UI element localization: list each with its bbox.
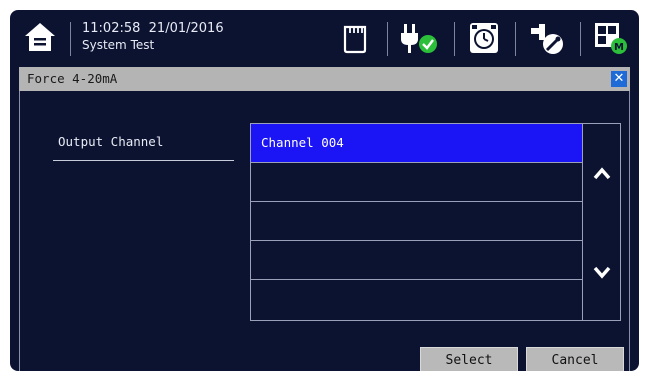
list-scrollbar: [582, 124, 621, 320]
list-item[interactable]: Channel 004: [251, 124, 582, 163]
list-item[interactable]: [251, 163, 582, 202]
list-item[interactable]: [251, 241, 582, 280]
output-channel-label: Output Channel: [58, 134, 164, 149]
dialog-body: Output Channel Channel 004 Select Cancel: [19, 91, 630, 371]
label-underline: [53, 160, 234, 161]
header-divider: [580, 22, 581, 56]
header-subtitle: System Test: [82, 38, 155, 52]
date-text: 21/01/2016: [148, 21, 224, 36]
wrench-settings-icon[interactable]: [527, 20, 567, 56]
device-screen: 11:02:58 21/01/2016 System Test M Force …: [10, 10, 639, 371]
memory-card-icon[interactable]: [340, 20, 370, 56]
dialog-titlebar: Force 4-20mA ✕: [19, 67, 630, 91]
select-button[interactable]: Select: [420, 347, 518, 371]
time-text: 11:02:58: [82, 21, 141, 36]
list-item[interactable]: [251, 202, 582, 241]
header-divider: [387, 22, 388, 56]
channel-list: Channel 004: [250, 123, 621, 321]
header-divider: [515, 22, 516, 56]
header-divider: [454, 22, 455, 56]
alarm-clock-icon[interactable]: [466, 20, 502, 56]
modules-icon[interactable]: M: [592, 20, 630, 56]
scroll-down-icon[interactable]: [592, 262, 612, 282]
dialog-title: Force 4-20mA: [27, 71, 118, 86]
cancel-button[interactable]: Cancel: [526, 347, 624, 371]
power-ok-icon[interactable]: [398, 20, 440, 56]
close-icon[interactable]: ✕: [611, 71, 627, 87]
home-icon[interactable]: [24, 22, 56, 52]
clock-display: 11:02:58 21/01/2016 System Test: [82, 21, 224, 53]
scroll-up-icon[interactable]: [592, 164, 612, 184]
svg-text:M: M: [614, 42, 624, 53]
header-divider: [70, 22, 71, 56]
status-header: 11:02:58 21/01/2016 System Test M: [10, 10, 639, 66]
list-item[interactable]: [251, 280, 582, 319]
